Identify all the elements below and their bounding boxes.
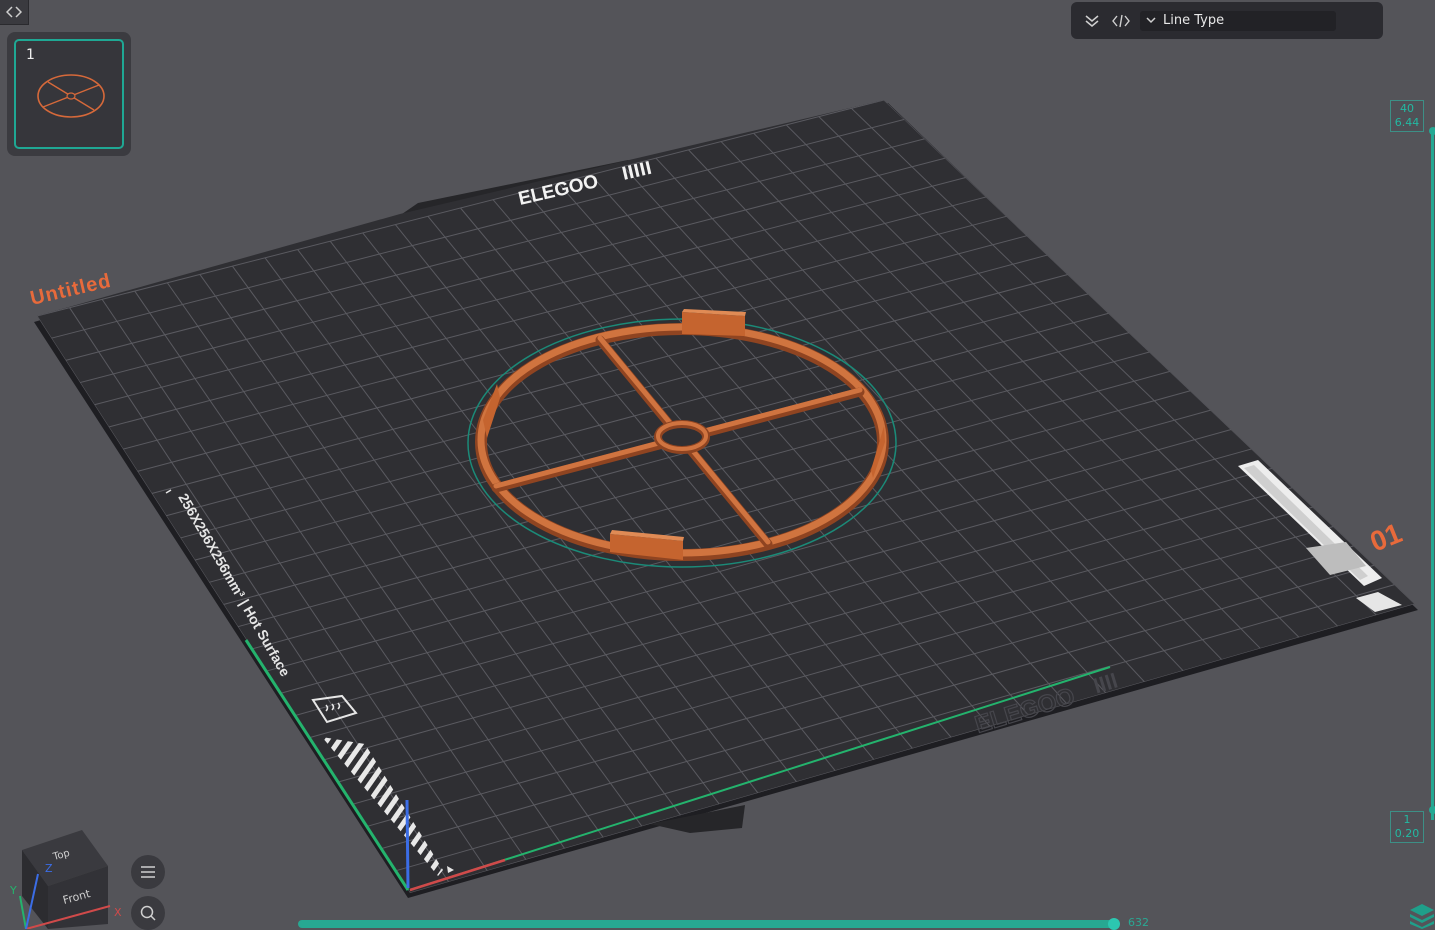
view-cube-axis-x: X — [114, 906, 122, 919]
build-plate-viewport[interactable]: ELEGOO ELEGOO Untitled 01 256X256X256mm³… — [0, 0, 1435, 929]
move-slider-handle[interactable] — [1108, 918, 1120, 930]
plate-thumbnail[interactable]: 1 — [14, 39, 124, 149]
bottom-layer-number: 1 — [1403, 813, 1411, 826]
plate-index-label: 01 — [1366, 517, 1407, 557]
menu-button[interactable] — [131, 855, 165, 889]
move-slider-track[interactable] — [298, 920, 1116, 928]
top-layer-height: 6.44 — [1394, 116, 1420, 129]
view-cube-axis-z: Z — [45, 862, 53, 875]
view-type-toolbar: Line Type — [1071, 2, 1383, 39]
layer-slider-bottom-label[interactable]: 1 0.20 — [1390, 811, 1424, 843]
layer-slider-top-label[interactable]: 40 6.44 — [1390, 100, 1424, 132]
layer-slider-track[interactable] — [1431, 130, 1434, 820]
view-type-selected: Line Type — [1163, 13, 1225, 28]
plate-thumbnail-preview — [37, 74, 105, 118]
chevron-down-icon — [1146, 17, 1156, 24]
sidebar-collapse-button[interactable] — [0, 0, 29, 25]
plate-list-panel: 1 — [7, 32, 131, 156]
search-button[interactable] — [131, 896, 165, 930]
code-icon — [1112, 14, 1130, 27]
collapse-icon — [6, 6, 22, 18]
gcode-view-button[interactable] — [1110, 10, 1132, 32]
layers-collapse-button[interactable] — [1081, 10, 1103, 32]
layer-slider-bottom-handle[interactable] — [1429, 806, 1435, 814]
search-icon — [140, 905, 156, 921]
view-cube-axis-y: Y — [9, 884, 17, 897]
menu-icon — [141, 866, 155, 878]
layers-stack-icon[interactable] — [1410, 902, 1435, 929]
view-cube[interactable]: Top Front X Y Z — [8, 826, 128, 929]
layers-collapse-icon — [1085, 14, 1099, 27]
layer-slider-top-handle[interactable] — [1429, 127, 1435, 135]
bottom-layer-height: 0.20 — [1394, 827, 1420, 840]
view-type-select[interactable]: Line Type — [1140, 10, 1336, 31]
top-layer-number: 40 — [1400, 102, 1414, 115]
move-slider-value: 632 — [1128, 916, 1149, 929]
